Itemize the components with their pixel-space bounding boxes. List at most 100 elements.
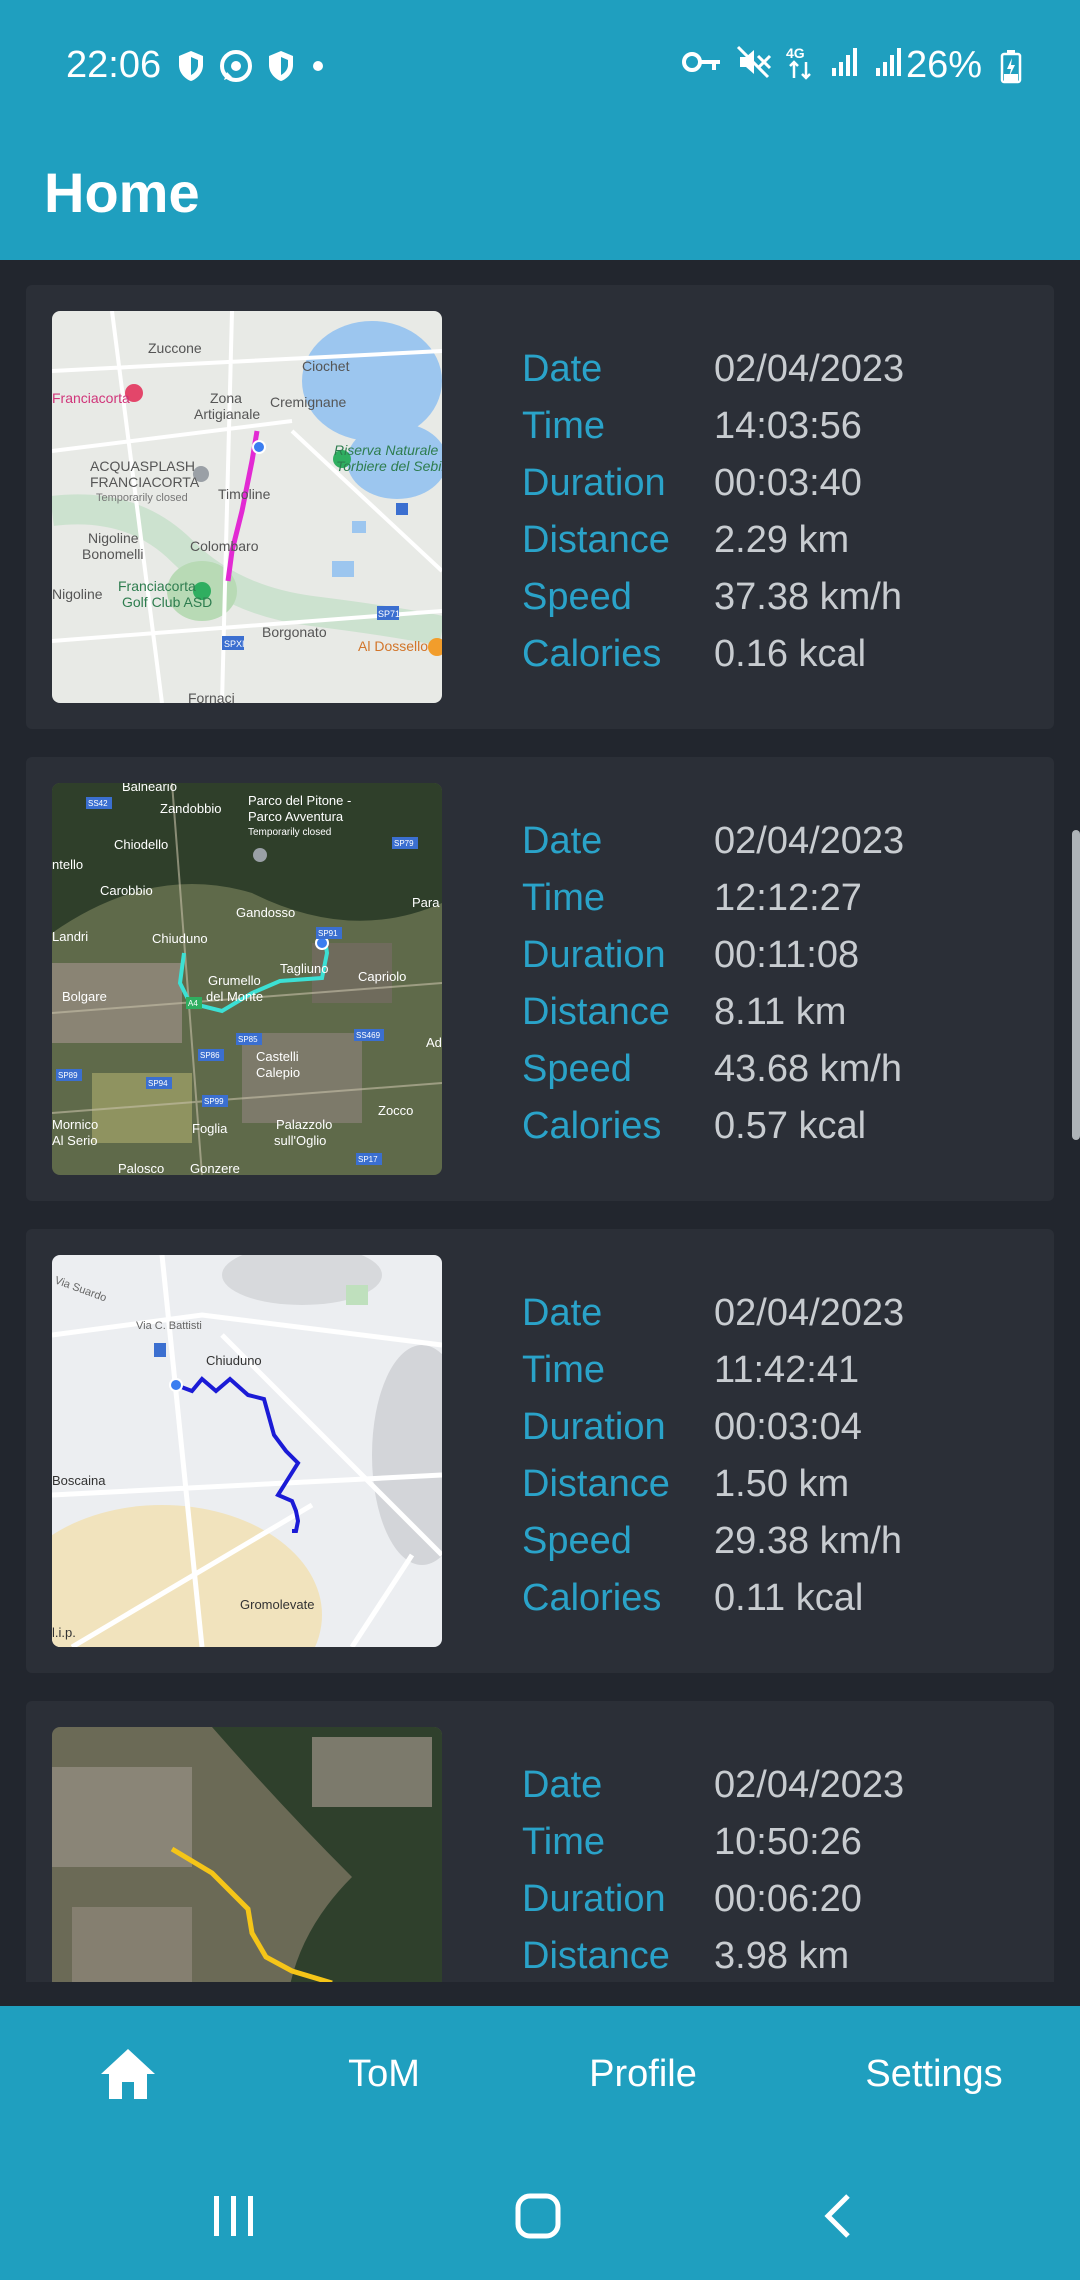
svg-text:Balneario: Balneario: [122, 783, 177, 794]
stat-value: 8.11 km: [714, 991, 847, 1033]
svg-text:Grumello: Grumello: [208, 973, 261, 988]
ride-card[interactable]: Via Suardo Via C. Battisti Chiuduno Bosc…: [26, 1229, 1054, 1673]
bottom-nav: ToM Profile Settings: [0, 2006, 1080, 2142]
stat-value: 29.38 km/h: [714, 1520, 902, 1562]
svg-text:Boscaina: Boscaina: [52, 1473, 106, 1488]
svg-text:Borgonato: Borgonato: [262, 624, 327, 640]
stat-row-date: Date 02/04/2023: [522, 813, 904, 870]
stat-value: 3.98 km: [714, 1935, 850, 1977]
svg-text:Temporarily closed: Temporarily closed: [96, 492, 188, 504]
svg-text:SS469: SS469: [356, 1031, 381, 1040]
stat-row-speed: Speed 43.68 km/h: [522, 1041, 904, 1098]
svg-text:Parco del Pitone -: Parco del Pitone -: [248, 793, 351, 808]
svg-text:Carobbio: Carobbio: [100, 883, 153, 898]
stat-row-calories: Calories 0.11 kcal: [522, 1570, 904, 1627]
svg-text:4G: 4G: [786, 45, 805, 61]
route-map-thumbnail[interactable]: [52, 1727, 442, 1982]
stat-label: Time: [522, 877, 606, 919]
svg-text:Palazzolo: Palazzolo: [276, 1117, 332, 1132]
svg-text:SP17: SP17: [358, 1155, 378, 1164]
ride-stats: Date 02/04/2023 Time 12:12:27 Duration 00:1…: [522, 813, 904, 1155]
svg-text:FRANCIACORTA: FRANCIACORTA: [90, 474, 200, 490]
ride-card[interactable]: Date 02/04/2023 Time 10:50:26 Duration 00:0…: [26, 1701, 1054, 1982]
ride-list[interactable]: Zuccone Ciochet Zona Artigianale Cremign…: [0, 260, 1080, 1982]
stat-label: Distance: [522, 519, 670, 561]
stat-row-calories: Calories 0.57 kcal: [522, 1098, 904, 1155]
svg-text:del Monte: del Monte: [206, 989, 263, 1004]
home-icon: [101, 2049, 155, 2099]
stat-row-distance: Distance 2.29 km: [522, 512, 904, 569]
svg-text:Zocco: Zocco: [378, 1103, 413, 1118]
scrollbar[interactable]: [1072, 830, 1080, 1140]
whatsapp-icon: [220, 50, 252, 82]
stat-value: 37.38 km/h: [714, 576, 902, 618]
svg-text:Bonomelli: Bonomelli: [82, 546, 143, 562]
stat-value: 10:50:26: [714, 1821, 862, 1863]
svg-text:SS42: SS42: [88, 799, 108, 808]
svg-text:SPXI: SPXI: [224, 639, 245, 649]
svg-text:Para: Para: [412, 895, 440, 910]
stat-label: Speed: [522, 1520, 632, 1562]
stat-value: 02/04/2023: [714, 820, 905, 862]
stat-row-time: Time 10:50:26: [522, 1814, 904, 1871]
stat-row-time: Time 11:42:41: [522, 1342, 904, 1399]
svg-text:Al Serio: Al Serio: [52, 1133, 98, 1148]
nav-settings[interactable]: Settings: [850, 2006, 1018, 2142]
svg-text:Riserva Naturale: Riserva Naturale: [334, 442, 438, 458]
stat-row-date: Date 02/04/2023: [522, 1757, 904, 1814]
svg-text:A4: A4: [188, 999, 198, 1008]
svg-text:Foglia: Foglia: [192, 1121, 228, 1136]
stat-label: Time: [522, 405, 606, 447]
status-bar: 22:06 4G 26%: [0, 0, 1080, 130]
svg-text:Nigoline: Nigoline: [52, 586, 103, 602]
stat-value: 0.16 kcal: [714, 633, 867, 675]
svg-text:Gromolevate: Gromolevate: [240, 1597, 314, 1612]
stat-label: Calories: [522, 633, 662, 675]
route-map-thumbnail[interactable]: Balneario Zandobbio Parco del Pitone - P…: [52, 783, 442, 1175]
svg-text:l.i.p.: l.i.p.: [52, 1625, 76, 1640]
svg-text:Landri: Landri: [52, 929, 88, 944]
stat-value: 00:11:08: [714, 934, 860, 976]
svg-text:Ad: Ad: [426, 1035, 442, 1050]
ride-card[interactable]: Zuccone Ciochet Zona Artigianale Cremign…: [26, 285, 1054, 729]
svg-text:Castelli: Castelli: [256, 1049, 299, 1064]
stat-label: Duration: [522, 934, 666, 976]
back-icon[interactable]: [818, 2192, 858, 2240]
svg-text:Gandosso: Gandosso: [236, 905, 295, 920]
stat-value: 12:12:27: [714, 877, 862, 919]
svg-text:ACQUASPLASH: ACQUASPLASH: [90, 458, 195, 474]
signal-icon: [832, 48, 857, 76]
ride-card[interactable]: Balneario Zandobbio Parco del Pitone - P…: [26, 757, 1054, 1201]
stat-label: Calories: [522, 1105, 662, 1147]
stat-label: Date: [522, 1764, 603, 1806]
stat-row-duration: Duration 00:03:04: [522, 1399, 904, 1456]
stat-row-time: Time 14:03:56: [522, 398, 904, 455]
svg-text:sull'Oglio: sull'Oglio: [274, 1133, 326, 1148]
svg-text:Palosco: Palosco: [118, 1161, 164, 1175]
svg-text:SP71: SP71: [378, 609, 400, 619]
nav-profile[interactable]: Profile: [568, 2006, 718, 2142]
svg-text:Franciacorta: Franciacorta: [52, 390, 130, 406]
route-map-thumbnail[interactable]: Zuccone Ciochet Zona Artigianale Cremign…: [52, 311, 442, 703]
battery-charging-icon: [1000, 50, 1022, 84]
route-map-thumbnail[interactable]: Via Suardo Via C. Battisti Chiuduno Bosc…: [52, 1255, 442, 1647]
svg-text:SP85: SP85: [238, 1035, 258, 1044]
home-system-icon[interactable]: [514, 2192, 562, 2240]
dot-icon: [313, 61, 323, 71]
svg-text:Mornico: Mornico: [52, 1117, 98, 1132]
stat-label: Date: [522, 1292, 603, 1334]
svg-text:Zandobbio: Zandobbio: [160, 801, 221, 816]
recent-apps-icon[interactable]: [210, 2194, 258, 2238]
stat-label: Time: [522, 1821, 606, 1863]
stat-value: 14:03:56: [714, 405, 862, 447]
nav-tom[interactable]: ToM: [324, 2006, 444, 2142]
svg-text:SP86: SP86: [200, 1051, 220, 1060]
ride-stats: Date 02/04/2023 Time 14:03:56 Duration 00:0…: [522, 341, 904, 683]
stat-row-distance: Distance 1.50 km: [522, 1456, 904, 1513]
stat-label: Distance: [522, 1463, 670, 1505]
svg-text:Tagliuno: Tagliuno: [280, 961, 328, 976]
app-bar: Home: [0, 130, 1080, 260]
stat-value: 02/04/2023: [714, 1292, 905, 1334]
stat-value: 00:03:40: [714, 462, 862, 504]
nav-home[interactable]: [68, 2006, 188, 2142]
